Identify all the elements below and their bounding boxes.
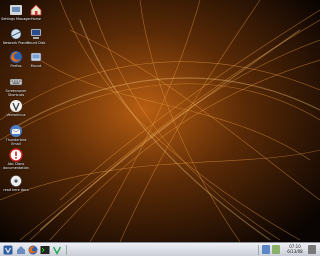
desktop-icon-label: read here docs: [3, 188, 29, 192]
help-icon: [9, 148, 23, 162]
desktop-icon-vectorlinux[interactable]: Vectorlinux: [1, 99, 31, 117]
keyboard-icon: [9, 78, 23, 86]
start-menu-icon[interactable]: [3, 245, 13, 255]
desktop-icon-home[interactable]: Home: [21, 3, 51, 21]
desktop-icon-thunderbird[interactable]: Thunderbird Email: [1, 124, 31, 146]
desktop-icon-label: Vectorlinux: [6, 113, 26, 117]
taskbar-separator: [258, 245, 259, 255]
computer-icon: [30, 28, 42, 39]
vector-logo-icon: [10, 100, 22, 112]
desktop-icon-documentation[interactable]: Abc Disco documentation: [1, 148, 31, 170]
desktop-icon-docs[interactable]: read here docs: [1, 174, 31, 192]
desktop-icon-label: Screensaver Shortcuts: [5, 89, 27, 97]
tray-network-icon[interactable]: [262, 245, 270, 254]
desktop-icon-mount[interactable]: Mount: [21, 50, 51, 68]
desktop-icon-mount-disk[interactable]: Mount Disk: [21, 27, 51, 45]
email-icon: [10, 125, 22, 137]
home-folder-icon: [30, 4, 42, 16]
taskbar: 07:10 6/13/08: [0, 242, 320, 256]
logout-icon[interactable]: [308, 245, 316, 254]
desktop-icon-label: Mount: [30, 64, 42, 68]
vector-icon[interactable]: [52, 245, 62, 255]
desktop-icon-label: Thunderbird Email: [5, 138, 27, 146]
desktop-icon-label: Abc Disco documentation: [3, 162, 29, 170]
desktop-icon-label: Home: [30, 17, 41, 21]
firefox-icon[interactable]: [28, 245, 38, 255]
device-icon: [30, 52, 42, 62]
clock[interactable]: 07:10 6/13/08: [284, 244, 306, 254]
home-icon[interactable]: [16, 245, 26, 255]
docs-icon: [10, 175, 22, 187]
taskbar-separator: [66, 245, 67, 255]
terminal-icon[interactable]: [40, 245, 50, 255]
clock-date: 6/13/08: [287, 249, 303, 254]
tray-volume-icon[interactable]: [272, 245, 280, 254]
desktop-icon-label: Mount Disk: [26, 41, 46, 45]
desktop-icon-screensaver[interactable]: Screensaver Shortcuts: [1, 75, 31, 97]
